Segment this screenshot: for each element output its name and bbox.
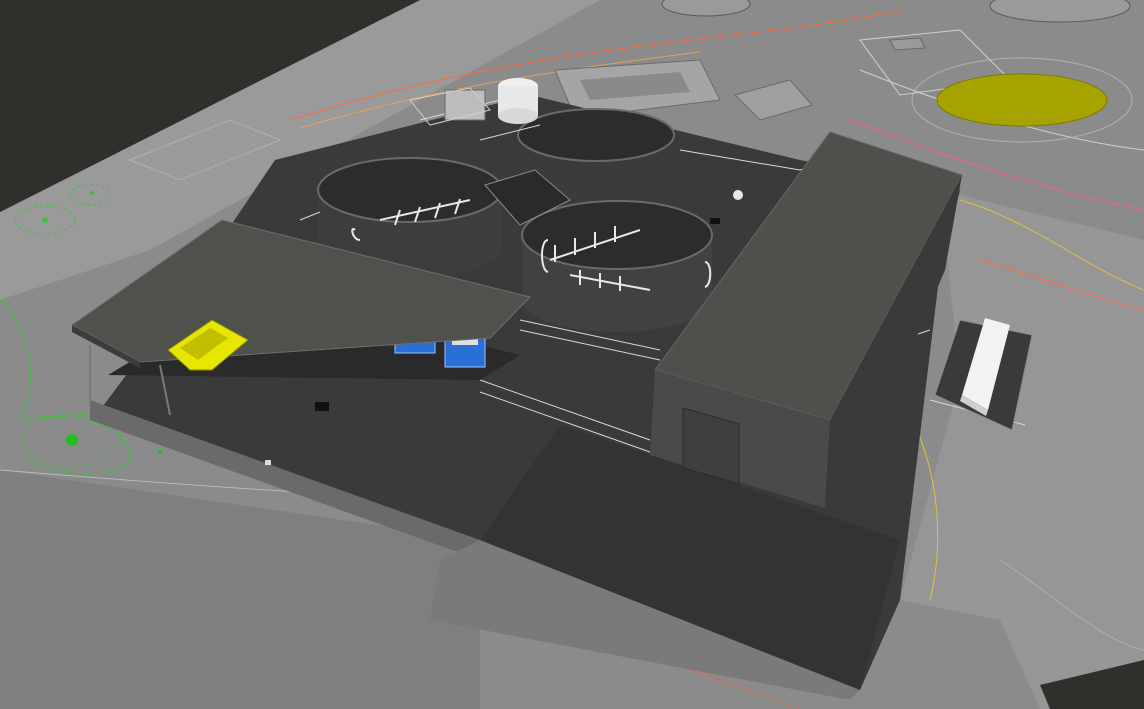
tank-front <box>521 200 713 332</box>
pond <box>936 73 1108 127</box>
site-model-render[interactable] <box>0 0 1144 709</box>
3d-viewport[interactable] <box>0 0 1144 709</box>
bollard <box>265 460 271 465</box>
drain-grate <box>315 402 329 411</box>
drain-grate-2 <box>710 218 720 224</box>
